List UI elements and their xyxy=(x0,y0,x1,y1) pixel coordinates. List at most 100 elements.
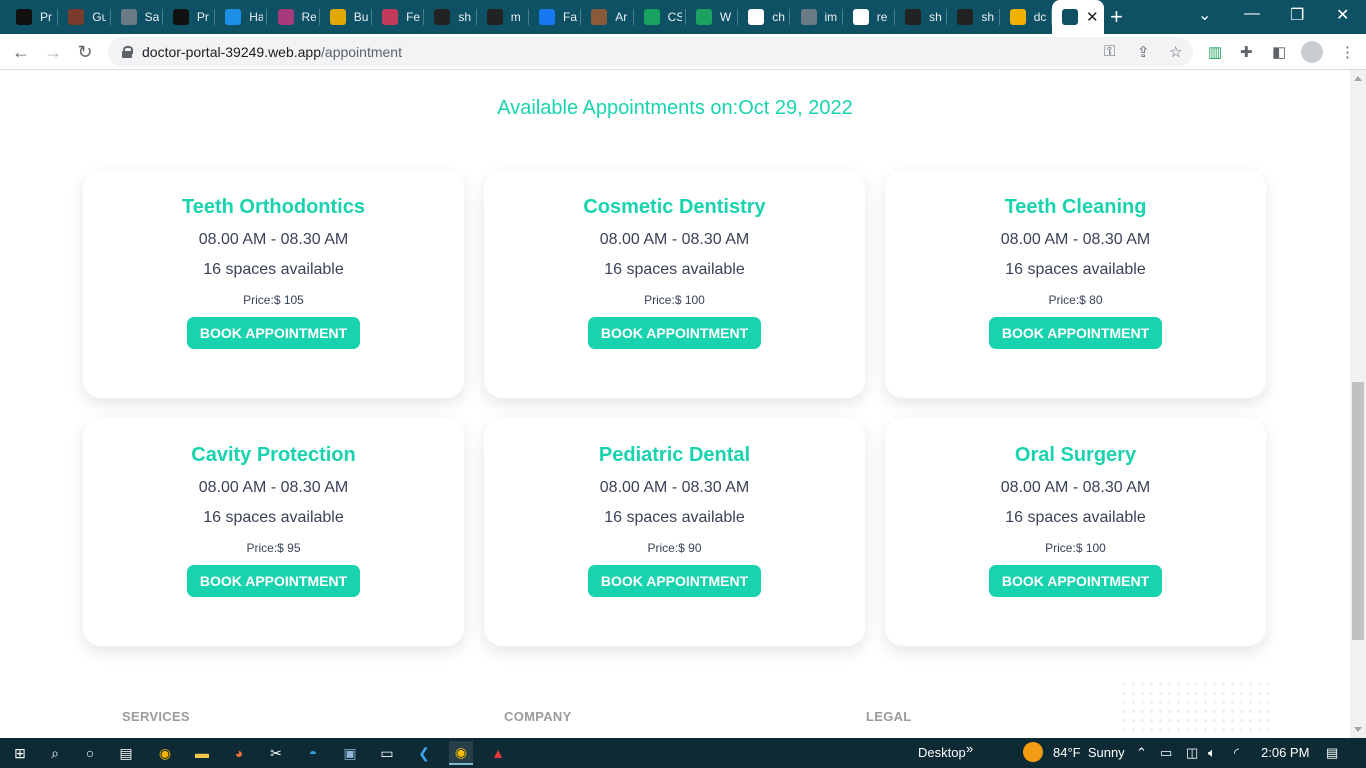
google-icon xyxy=(852,9,869,25)
browser-tab[interactable]: sh xyxy=(895,4,948,30)
toolbar-overflow-chevron[interactable]: » xyxy=(966,741,973,756)
tray-expand-icon[interactable]: ⌃ xyxy=(1136,745,1147,761)
bookmark-star-icon[interactable]: ☆ xyxy=(1169,43,1182,61)
firefox-icon[interactable]: ◕ xyxy=(227,741,251,765)
service-price: Price:$ 105 xyxy=(243,293,304,307)
scroll-up-arrow[interactable] xyxy=(1354,76,1362,81)
browser-tab[interactable]: dc xyxy=(1000,4,1052,30)
book-appointment-button[interactable]: BOOK APPOINTMENT xyxy=(587,317,762,349)
globe-icon xyxy=(800,9,817,25)
extension-bars-icon[interactable]: ▥ xyxy=(1208,43,1222,61)
service-name: Teeth Orthodontics xyxy=(182,196,365,218)
book-appointment-button[interactable]: BOOK APPOINTMENT xyxy=(988,317,1163,349)
address-bar[interactable]: doctor-portal-39249.web.app/appointment xyxy=(108,37,1193,67)
side-panel-icon[interactable]: ◧ xyxy=(1272,43,1286,61)
tab-title: Ha xyxy=(249,10,264,24)
snipping-tool-icon[interactable]: ✂ xyxy=(264,741,288,765)
book-appointment-button[interactable]: BOOK APPOINTMENT xyxy=(186,565,361,597)
volume-icon[interactable]: 🔈︎ xyxy=(1208,745,1216,761)
minimize-button[interactable]: — xyxy=(1244,5,1260,23)
footer-services-heading: SERVICES xyxy=(122,709,190,724)
battery-icon[interactable]: ▭ xyxy=(1160,745,1172,761)
close-tab-icon[interactable]: ✕ xyxy=(1086,8,1099,26)
device-icon[interactable]: ◫ xyxy=(1186,745,1198,761)
lock-icon[interactable] xyxy=(122,46,133,58)
new-tab-button[interactable]: + xyxy=(1110,6,1123,28)
scroll-down-arrow[interactable] xyxy=(1354,727,1362,732)
back-button[interactable]: ← xyxy=(10,41,32,63)
browser-tab[interactable]: Sa xyxy=(111,4,163,30)
browser-tab[interactable]: Re xyxy=(268,4,320,30)
url-text[interactable]: doctor-portal-39249.web.app/appointment xyxy=(142,44,402,60)
book-appointment-button[interactable]: BOOK APPOINTMENT xyxy=(587,565,762,597)
github-icon xyxy=(434,9,451,25)
search-icon[interactable]: ⌕ xyxy=(43,741,67,765)
browser-tab[interactable]: W xyxy=(686,4,739,30)
tab-title: Re xyxy=(301,10,316,24)
browser-tab[interactable]: Bu xyxy=(320,4,373,30)
edge-icon[interactable]: ◓ xyxy=(301,741,325,765)
pr-icon xyxy=(16,9,32,25)
service-name: Cavity Protection xyxy=(191,444,356,466)
service-name: Cosmetic Dentistry xyxy=(583,196,766,218)
browser-tab[interactable]: Ha xyxy=(215,4,268,30)
terminal-icon[interactable]: ▭ xyxy=(375,741,399,765)
service-price: Price:$ 100 xyxy=(1045,541,1106,555)
wave-icon xyxy=(225,9,242,25)
weather-sun-icon[interactable] xyxy=(1023,742,1043,762)
file-explorer-icon[interactable]: ▬ xyxy=(190,741,214,765)
facebook-icon xyxy=(539,9,555,25)
browser-tab[interactable]: Pr xyxy=(163,4,216,30)
network-icon[interactable]: ◜ xyxy=(1234,745,1239,761)
book-appointment-button[interactable]: BOOK APPOINTMENT xyxy=(186,317,361,349)
menu-kebab-icon[interactable]: ⋮ xyxy=(1340,43,1355,61)
browser-tab[interactable]: ✕ xyxy=(1052,0,1104,34)
browser-tab[interactable]: CS xyxy=(634,4,686,30)
tab-title: re xyxy=(876,10,888,24)
close-window-button[interactable]: ✕ xyxy=(1336,5,1349,25)
browser-tab[interactable]: Pr xyxy=(6,4,59,30)
tab-title: sh xyxy=(458,10,472,24)
footer-company-heading: COMPANY xyxy=(504,709,572,724)
chrome-canary-icon[interactable]: ◉ xyxy=(153,741,177,765)
browser-tab[interactable]: sh xyxy=(424,4,477,30)
profile-avatar[interactable] xyxy=(1301,41,1323,63)
service-price: Price:$ 80 xyxy=(1048,293,1103,307)
browser-tab[interactable]: m xyxy=(477,4,529,30)
notes-app-icon[interactable]: ▣ xyxy=(338,741,362,765)
tab-search-icon[interactable]: ⌄ xyxy=(1198,5,1211,25)
browser-tab[interactable]: Ar xyxy=(581,4,634,30)
chrome-icon[interactable]: ◉ xyxy=(449,741,473,765)
book-appointment-button[interactable]: BOOK APPOINTMENT xyxy=(988,565,1163,597)
vertical-scrollbar[interactable] xyxy=(1350,70,1366,738)
weather-text[interactable]: 84°F Sunny xyxy=(1053,745,1125,760)
cortana-icon[interactable]: ○ xyxy=(78,741,102,765)
tab-title: sh xyxy=(929,10,942,24)
browser-tab[interactable]: im xyxy=(791,4,843,30)
tab-title: Pr xyxy=(196,10,209,24)
share-icon[interactable]: ⇪ xyxy=(1137,43,1150,61)
notifications-icon[interactable]: ▤ xyxy=(1326,745,1338,761)
tab-title: sh xyxy=(981,10,995,24)
browser-tab[interactable]: re xyxy=(843,4,896,30)
extensions-puzzle-icon[interactable]: ✚ xyxy=(1240,43,1253,61)
tab-title: ch xyxy=(772,10,785,24)
forward-button[interactable]: → xyxy=(42,41,64,63)
vscode-icon[interactable]: ❮ xyxy=(412,741,436,765)
appointment-card: Teeth Cleaning 08.00 AM - 08.30 AM 16 spac… xyxy=(885,170,1266,398)
browser-tab[interactable]: Fe xyxy=(372,4,425,30)
key-icon[interactable]: ⚿ xyxy=(1104,43,1115,60)
scroll-thumb[interactable] xyxy=(1352,382,1364,640)
browser-tab[interactable]: Fa xyxy=(529,4,582,30)
windows-start-icon[interactable]: ⊞ xyxy=(8,741,32,765)
browser-tab[interactable]: ch xyxy=(738,4,791,30)
browser-tab[interactable]: sh xyxy=(947,4,1000,30)
task-view-icon[interactable]: ▤ xyxy=(114,741,138,765)
reload-button[interactable]: ↻ xyxy=(74,41,96,63)
clock-time[interactable]: 2:06 PM xyxy=(1261,745,1309,760)
desktop-toolbar-label[interactable]: Desktop xyxy=(918,745,966,760)
acrobat-icon[interactable]: ▲ xyxy=(486,741,510,765)
restore-button[interactable]: ❐ xyxy=(1290,5,1304,25)
url-host: doctor-portal-39249.web.app xyxy=(142,44,322,60)
browser-tab[interactable]: Gu xyxy=(58,4,111,30)
